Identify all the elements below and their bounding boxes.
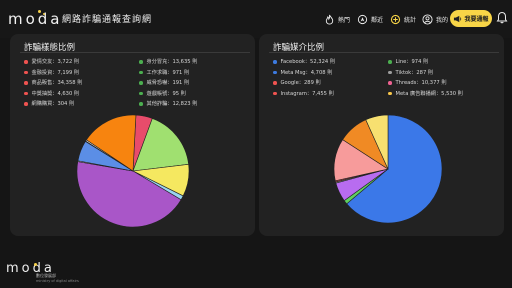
nav-mine[interactable]: 我的: [422, 11, 448, 27]
divider: [269, 52, 499, 53]
logo-dot: [34, 263, 37, 266]
fraud-type-card: 詐騙樣態比例 愛情交友：3,722 則 身分冒充：13,635 則 金融投資：7…: [10, 34, 255, 236]
fraud-type-pie-chart: [76, 114, 190, 228]
nav-stats[interactable]: 統計: [390, 11, 416, 27]
legend-item: Instagram：7,455 則: [273, 90, 388, 98]
legend-item: Threads：10,377 則: [388, 79, 498, 87]
nav-hot[interactable]: 熱門: [324, 11, 350, 27]
nav-nearby-label: 鄰近: [371, 16, 384, 24]
nav-mine-label: 我的: [436, 16, 449, 24]
fraud-medium-legend: Facebook：52,324 則 Line：974 則 Meta Msg：4,…: [273, 58, 498, 97]
user-circle-icon: [422, 13, 433, 25]
fraud-medium-pie-chart: [333, 114, 443, 224]
legend-item: Meta 廣告聯播網：5,530 則: [388, 90, 498, 98]
location-refresh-icon: [357, 14, 368, 24]
footer-ministry-english: ministry of digital affairs: [36, 279, 79, 283]
top-bar: moda 網路詐騙通報查詢網 熱門 鄰近 統計 我的 我要通報: [0, 0, 512, 38]
plus-circle-icon: [390, 14, 401, 24]
fraud-medium-card: 詐騙媒介比例 Facebook：52,324 則 Line：974 則 Meta…: [259, 34, 504, 236]
megaphone-icon: [454, 15, 462, 22]
legend-item: Meta Msg：4,708 則: [273, 69, 388, 77]
divider: [20, 52, 250, 53]
logo-dot: [38, 10, 41, 13]
footer: moda 數位發展部 ministry of digital affairs: [0, 254, 512, 288]
legend-item: 網購購買：304 則: [24, 100, 139, 108]
legend-item: 身分冒充：13,635 則: [139, 58, 249, 66]
nav-hot-label: 熱門: [338, 16, 351, 24]
legend-item: Tiktok：287 則: [388, 69, 498, 77]
moda-logo[interactable]: moda: [8, 8, 60, 30]
legend-item: 工作求職：971 則: [139, 69, 249, 77]
legend-item: 商品販售：34,358 則: [24, 79, 139, 87]
fraud-type-legend: 愛情交友：3,722 則 身分冒充：13,635 則 金融投資：7,199 則 …: [24, 58, 249, 108]
legend-item: 遊戲帳號：95 則: [139, 90, 249, 98]
legend-item: 威脅恐嚇：191 則: [139, 79, 249, 87]
legend-item: 愛情交友：3,722 則: [24, 58, 139, 66]
logo-dot: [43, 13, 45, 15]
logo-text: moda: [8, 10, 63, 28]
bell-icon[interactable]: [496, 11, 508, 24]
legend-item: Line：974 則: [388, 58, 498, 66]
legend-item: Google：289 則: [273, 79, 388, 87]
nav-nearby[interactable]: 鄰近: [357, 11, 383, 27]
legend-item: 中獎抽獎：4,630 則: [24, 90, 139, 98]
legend-item: 金融投資：7,199 則: [24, 69, 139, 77]
site-title[interactable]: 網路詐騙通報查詢網: [62, 12, 152, 25]
nav-stats-label: 統計: [404, 16, 417, 24]
report-button[interactable]: 我要通報: [450, 10, 492, 27]
legend-item: 其他詐騙：12,823 則: [139, 100, 249, 108]
legend-item: Facebook：52,324 則: [273, 58, 388, 66]
report-button-label: 我要通報: [464, 16, 489, 23]
fire-icon: [325, 14, 334, 24]
